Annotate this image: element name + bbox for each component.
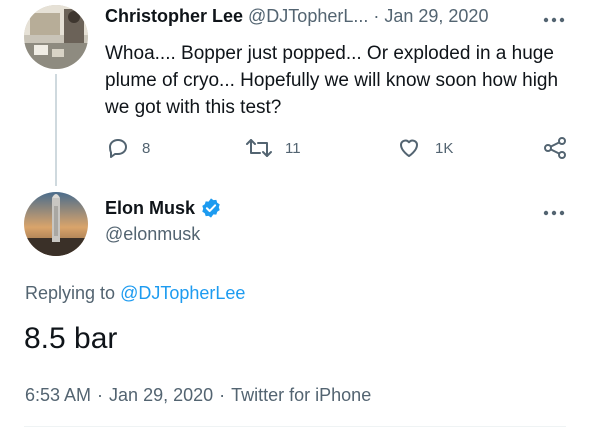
avatar-elon-musk[interactable] [24, 192, 88, 256]
reply-count: 8 [142, 139, 151, 157]
reply-button[interactable]: 8 [106, 136, 150, 160]
retweet-button[interactable]: 11 [245, 136, 301, 160]
share-icon [544, 137, 566, 159]
author-name[interactable]: Christopher Lee [105, 6, 243, 27]
retweet-icon [246, 139, 272, 157]
author-handle[interactable]: @elonmusk [105, 224, 200, 245]
meta-separator: · [219, 385, 226, 405]
more-options-button[interactable] [543, 203, 565, 221]
heart-icon [400, 139, 418, 157]
like-button[interactable]: 1K [397, 136, 453, 160]
author-name[interactable]: Elon Musk [105, 198, 195, 219]
divider [24, 426, 566, 427]
tweet-date[interactable]: Jan 29, 2020 [384, 6, 488, 27]
more-horizontal-icon [543, 17, 565, 23]
more-horizontal-icon [543, 210, 565, 216]
reply-icon [109, 139, 127, 158]
tweet-metadata: 6:53 AM · Jan 29, 2020 · Twitter for iPhone [25, 385, 371, 406]
avatar-christopher-lee[interactable] [24, 5, 88, 69]
tweet-text: 8.5 bar [24, 322, 118, 355]
retweet-count: 11 [285, 139, 301, 157]
tweet-date[interactable]: Jan 29, 2020 [109, 385, 213, 405]
replying-to-line: Replying to @DJTopherLee [25, 283, 245, 304]
tweet-text: Whoa.... Bopper just popped... Or explod… [105, 43, 559, 118]
tweet-time[interactable]: 6:53 AM [25, 385, 91, 405]
more-options-button[interactable] [543, 10, 565, 28]
thread-connector-line [55, 74, 57, 186]
replying-to-label: Replying to [25, 283, 116, 303]
header-separator: · [373, 6, 380, 26]
author-handle[interactable]: @DJTopherL... [248, 6, 368, 27]
meta-separator: · [97, 385, 104, 405]
verified-badge-icon [202, 198, 220, 218]
tweet2-header: Elon Musk [105, 197, 222, 219]
tweet1-header: Christopher Lee @DJTopherL... · Jan 29, … [105, 6, 488, 27]
like-count: 1K [435, 139, 454, 157]
replying-to-mention-link[interactable]: @DJTopherLee [120, 283, 245, 303]
share-button[interactable] [542, 136, 568, 160]
tweet-source[interactable]: Twitter for iPhone [231, 385, 371, 405]
